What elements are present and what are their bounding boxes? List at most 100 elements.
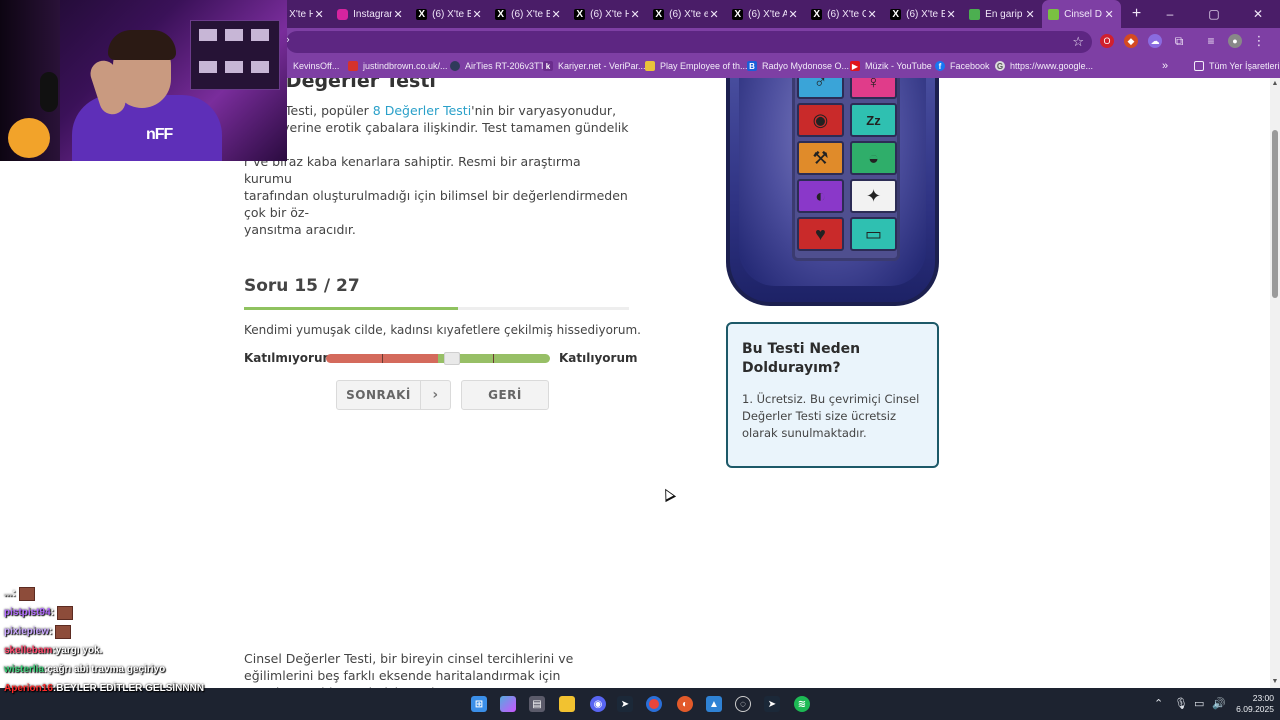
tray-chevron-icon[interactable]: ⌃ (1154, 697, 1163, 710)
intro-text: 'nin bir varyasyonudur, (471, 103, 617, 118)
browser-tab[interactable]: X (6) X'te B ✕ (489, 0, 568, 28)
microphone-icon (40, 72, 58, 112)
puzzle-extensions-icon[interactable]: ⧉ (1172, 34, 1186, 48)
close-tab-icon[interactable]: ✕ (1024, 8, 1036, 21)
scroll-down-icon[interactable]: ▼ (1271, 678, 1279, 686)
bookmark-item[interactable]: B Radyo Mydonose O... (747, 61, 849, 71)
close-tab-icon[interactable]: ✕ (708, 8, 720, 21)
discord-icon[interactable]: ◉ (590, 696, 606, 712)
all-bookmarks-button[interactable]: Tüm Yer İşaretleri (1194, 61, 1280, 71)
profile-avatar[interactable]: ● (1228, 34, 1242, 48)
bookmark-item[interactable]: justindbrown.co.uk/... (348, 61, 448, 71)
chat-separator: : (49, 626, 53, 637)
volume-icon[interactable]: 🔊 (1212, 697, 1226, 710)
windows-start-icon[interactable]: ⊞ (471, 696, 487, 712)
steam-alt-icon[interactable]: ➤ (764, 696, 780, 712)
copilot-icon[interactable] (500, 696, 516, 712)
browser-tab[interactable]: En garip ✕ (963, 0, 1042, 28)
bookmark-item[interactable]: AirTies RT-206v3TT (450, 61, 545, 71)
file-explorer-icon[interactable] (559, 696, 575, 712)
browser-menu-icon[interactable]: ⋮ (1252, 33, 1266, 48)
opera-extension-icon[interactable]: O (1100, 34, 1114, 48)
fox-extension-icon[interactable]: ◆ (1124, 34, 1138, 48)
back-button[interactable]: GERİ (461, 380, 549, 410)
new-tab-button[interactable]: + (1125, 0, 1148, 28)
close-tab-icon[interactable]: ✕ (866, 8, 878, 21)
taskbar-clock[interactable]: 23:00 6.09.2025 (1232, 693, 1274, 715)
browser-tab[interactable]: X (6) X'te e ✕ (647, 0, 726, 28)
microphone-tray-icon[interactable]: 🎙 (1174, 697, 1188, 710)
browser-tab[interactable]: X (6) X'te A ✕ (726, 0, 805, 28)
tab-label: (6) X'te B (511, 8, 551, 20)
phone-illustration: ♂ ♀ ◉ Zz ⚒ ◒ ◐ ✦ ♥ ▭ (726, 78, 939, 306)
browser-tab[interactable]: X (6) X'te E ✕ (884, 0, 963, 28)
bookmark-item[interactable]: Play Employee of th... (645, 61, 748, 71)
close-tab-icon[interactable]: ✕ (550, 8, 562, 21)
browser-icon[interactable]: ◐ (677, 696, 693, 712)
chat-username: Aperion16 (4, 683, 53, 694)
x-icon: X (732, 8, 744, 20)
hammer-icon: ⚒ (797, 141, 844, 175)
spotify-icon[interactable]: ≋ (794, 696, 810, 712)
store-icon[interactable]: ▤ (529, 696, 545, 712)
chat-text: BEYLER EDİTLER GELSİNNNN (56, 683, 205, 694)
window-controls: – ▢ ✕ (1148, 0, 1280, 28)
browser-tab[interactable]: X (6) X'te C ✕ (805, 0, 884, 28)
steam-icon[interactable]: ➤ (617, 696, 633, 712)
close-tab-icon[interactable]: ✕ (945, 8, 957, 21)
browser-tab[interactable]: X (6) X'te B ✕ (410, 0, 489, 28)
browser-tab[interactable]: Instagram✕ (331, 0, 410, 28)
back-button-label: GERİ (488, 388, 522, 402)
address-bar[interactable]: › ☆ (286, 31, 1092, 53)
tab-label: (6) X'te A (748, 8, 788, 20)
app-icon[interactable]: ◌ (735, 696, 751, 712)
intro-paragraph: ğerler Testi, popüler 8 Değerler Testi'n… (244, 102, 629, 238)
bookmarks-overflow-button[interactable]: » (1162, 60, 1168, 72)
scroll-up-icon[interactable]: ▲ (1271, 80, 1279, 88)
agreement-slider[interactable] (326, 352, 550, 365)
close-tab-icon[interactable]: ✕ (313, 8, 325, 21)
webcam-overlay: nFF (0, 0, 287, 161)
next-button[interactable]: SONRAKİ › (336, 380, 451, 410)
chat-username: wisterlia (4, 664, 45, 675)
slider-handle[interactable] (444, 352, 460, 365)
intro-text: yerine erotik çabalara ilişkindir. Test … (244, 120, 629, 152)
site-icon (1048, 8, 1060, 20)
scrollbar-thumb[interactable] (1272, 130, 1278, 298)
close-tab-icon[interactable]: ✕ (787, 8, 799, 21)
close-tab-icon[interactable]: ✕ (471, 8, 483, 21)
chat-text: yargı yok. (55, 645, 103, 656)
extensions-area: O ◆ ☁ ⧉ ≡ ● ⋮ (1100, 33, 1266, 48)
tab-label: Instagram (353, 8, 392, 20)
maximize-button[interactable]: ▢ (1192, 0, 1236, 28)
tab-label: (6) X'te H (590, 8, 630, 20)
cloud-extension-icon[interactable]: ☁ (1148, 34, 1162, 48)
tab-label: Cinsel D (1064, 8, 1102, 20)
bookmark-label: https://www.google... (1010, 61, 1094, 71)
close-tab-icon[interactable]: ✕ (629, 8, 641, 21)
bookmark-item[interactable]: ▶ Müzik - YouTube (850, 61, 932, 71)
google-icon: G (995, 61, 1005, 71)
tab-label: En garip (985, 8, 1023, 20)
close-tab-icon[interactable]: ✕ (1103, 8, 1115, 21)
eight-values-link[interactable]: 8 Değerler Testi (373, 103, 471, 118)
media-control-icon[interactable]: ≡ (1204, 34, 1218, 48)
chat-message: skellebam : yargı yok. (0, 641, 260, 660)
bookmark-item[interactable]: Ghttps://www.google... (995, 61, 1093, 71)
chrome-icon[interactable] (646, 696, 662, 712)
slider-tick (493, 354, 494, 363)
bookmark-item[interactable]: k Kariyer.net - VeriPar... (543, 61, 646, 71)
close-window-button[interactable]: ✕ (1236, 0, 1280, 28)
bookmark-item[interactable]: KevinsOff... (293, 61, 339, 71)
photos-icon[interactable]: ▲ (706, 696, 722, 712)
browser-tab[interactable]: Cinsel D ✕ (1042, 0, 1122, 28)
close-tab-icon[interactable]: ✕ (392, 8, 404, 21)
page-scrollbar[interactable]: ▲ ▼ (1270, 78, 1280, 688)
bookmark-item[interactable]: f Facebook (935, 61, 990, 71)
bed-icon: ▭ (850, 217, 897, 251)
tab-label: (6) X'te e (669, 8, 709, 20)
network-icon[interactable]: ▭ (1194, 697, 1204, 710)
minimize-button[interactable]: – (1148, 0, 1192, 28)
browser-tab[interactable]: X (6) X'te H ✕ (568, 0, 647, 28)
bookmark-star-icon[interactable]: ☆ (1072, 34, 1084, 50)
